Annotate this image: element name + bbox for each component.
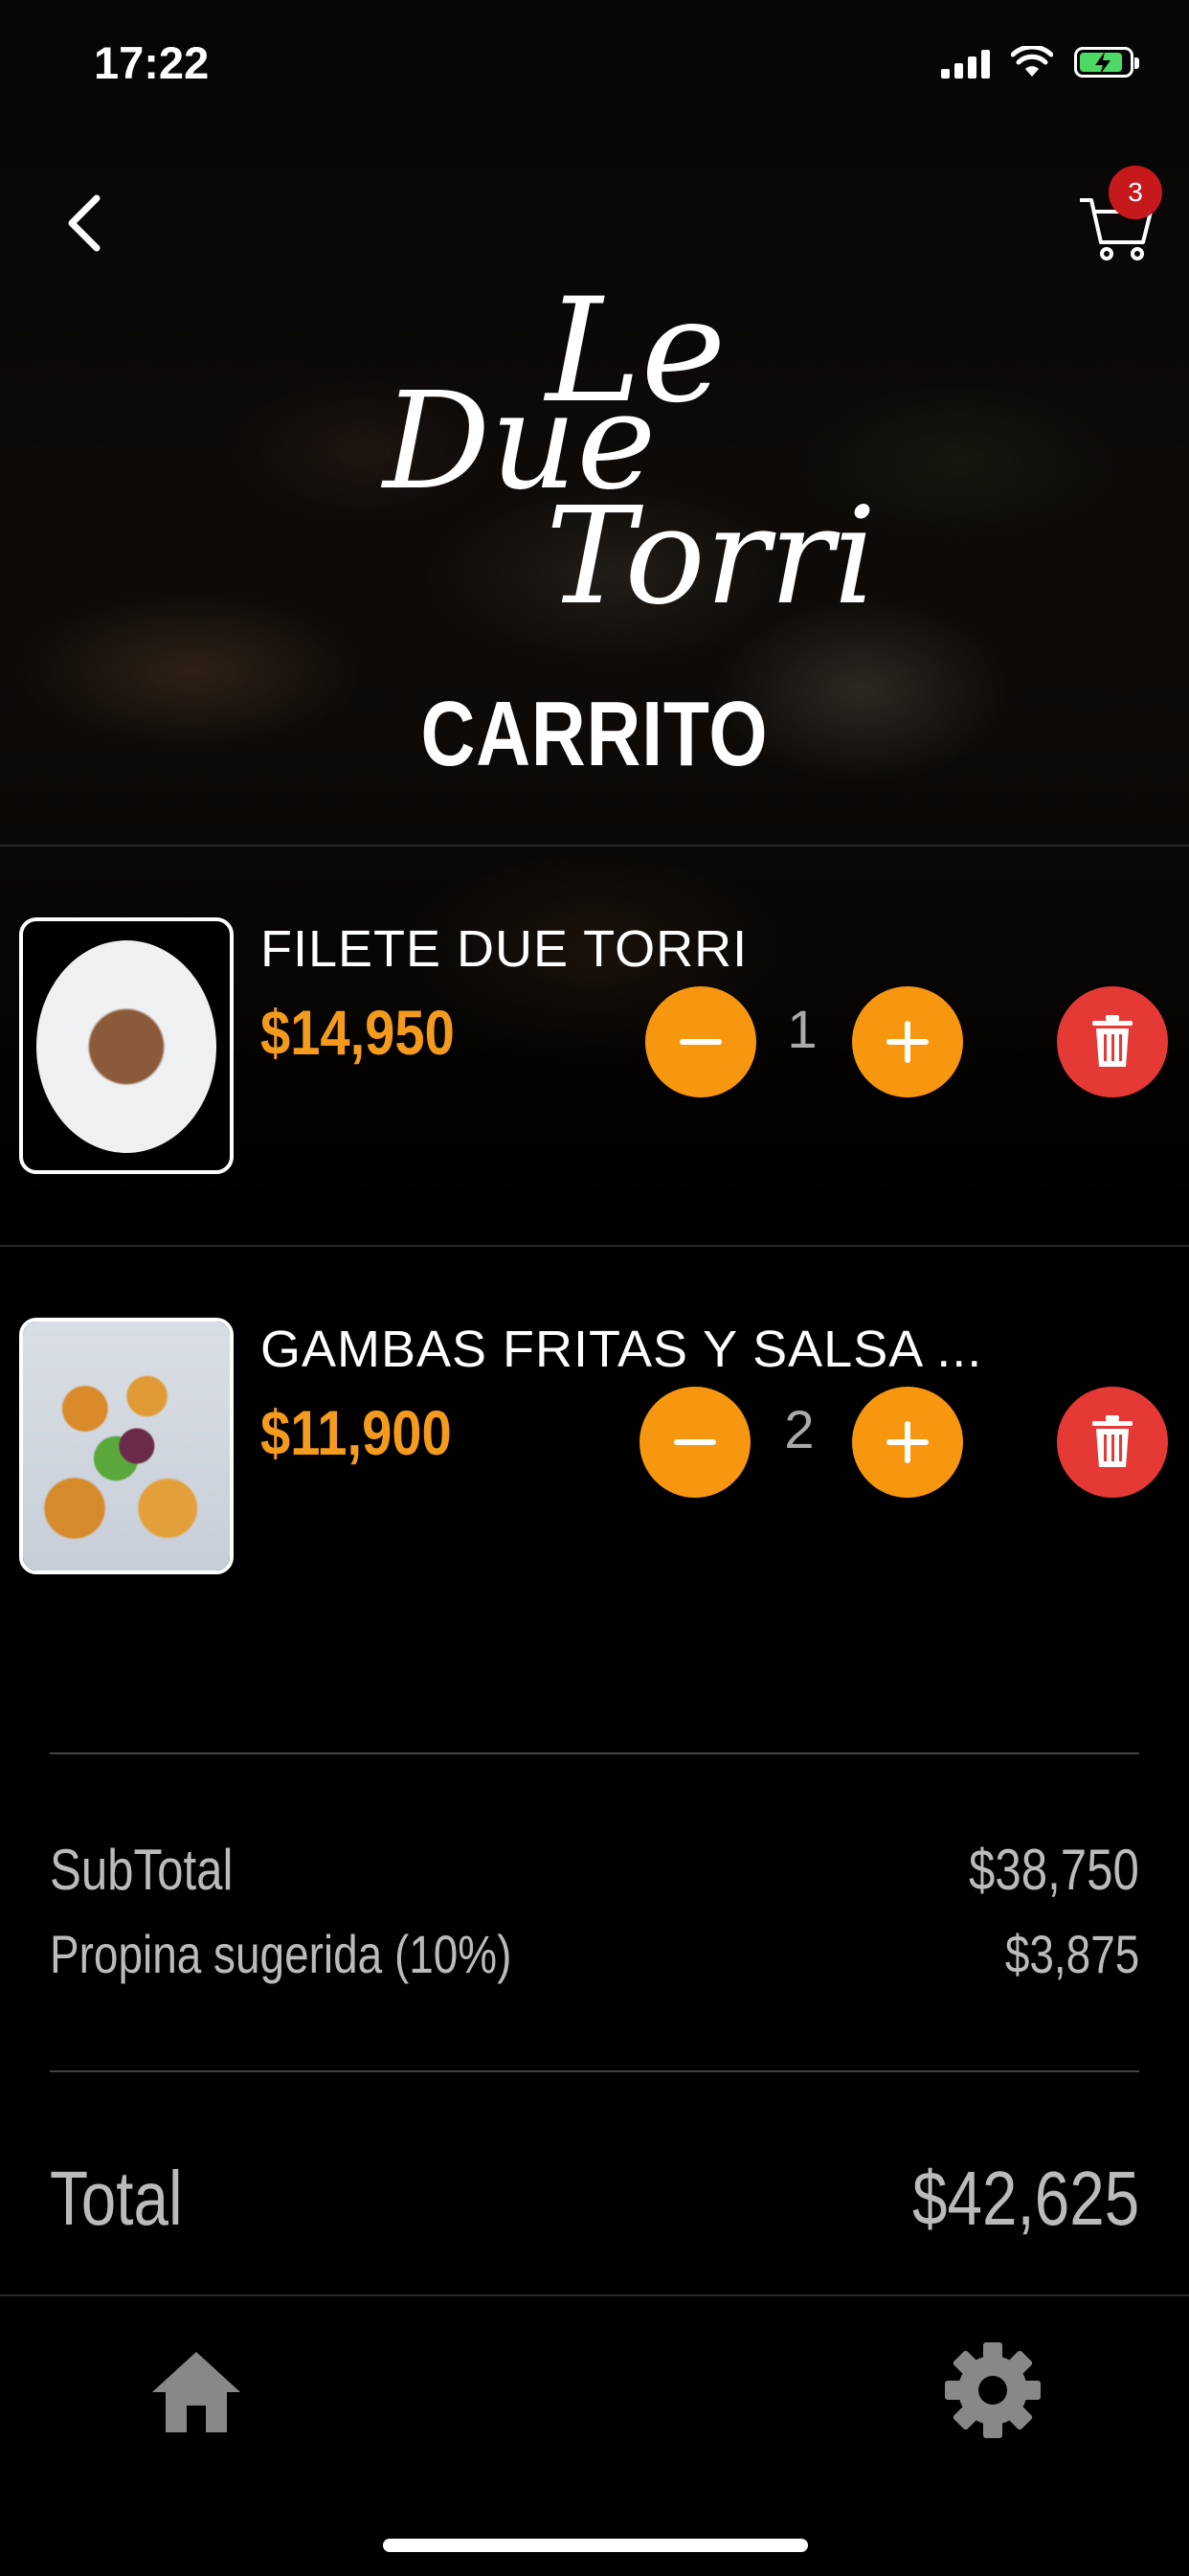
decrease-quantity-button[interactable] [645, 986, 756, 1097]
summary-divider [50, 1752, 1139, 1754]
increase-quantity-button[interactable] [852, 1387, 963, 1498]
plus-icon [886, 1421, 929, 1463]
back-chevron-icon[interactable] [53, 187, 129, 263]
plus-icon [886, 1021, 929, 1063]
item-name: GAMBAS FRITAS Y SALSA ... [260, 1321, 983, 1378]
delete-item-button[interactable] [1057, 1387, 1168, 1498]
item-price: $14,950 [260, 997, 455, 1068]
item-price: $11,900 [260, 1397, 452, 1468]
item-quantity: 1 [787, 999, 818, 1059]
increase-quantity-button[interactable] [852, 986, 963, 1097]
item-name: FILETE DUE TORRI [260, 920, 749, 978]
restaurant-logo: Le Due Torri [373, 268, 876, 651]
total-divider [50, 2070, 1139, 2072]
header-divider [0, 845, 1189, 847]
minus-icon [674, 1439, 716, 1445]
cart-item: GAMBAS FRITAS Y SALSA ... $11,900 2 [0, 1310, 1189, 1597]
item-thumbnail [19, 1318, 234, 1574]
total-row: Total $42,625 [50, 2155, 1139, 2243]
delete-item-button[interactable] [1057, 986, 1168, 1097]
cart-item: FILETE DUE TORRI $14,950 1 [0, 910, 1189, 1197]
status-bar: 17:22 [0, 0, 1189, 134]
status-icons [941, 46, 1139, 79]
subtotal-row: SubTotal $38,750 [50, 1837, 1139, 1903]
tip-label: Propina sugerida (10%) [50, 1924, 512, 1984]
total-label: Total [50, 2156, 183, 2241]
cellular-signal-icon [941, 46, 990, 79]
item-thumbnail [19, 917, 234, 1174]
trash-icon [1092, 1015, 1133, 1067]
total-value: $42,625 [911, 2156, 1139, 2241]
minus-icon [680, 1039, 722, 1045]
home-icon[interactable] [148, 2344, 244, 2440]
cart-count-badge: 3 [1109, 166, 1162, 219]
home-indicator [383, 2539, 808, 2552]
item-quantity: 2 [784, 1399, 815, 1459]
trash-icon [1092, 1415, 1133, 1467]
subtotal-value: $38,750 [969, 1838, 1139, 1902]
status-time: 17:22 [94, 37, 210, 88]
wifi-icon [1011, 46, 1053, 77]
item-separator [0, 1245, 1189, 1247]
tip-value: $3,875 [1004, 1924, 1139, 1984]
tab-bar [0, 2294, 1189, 2576]
gear-icon[interactable] [943, 2340, 1043, 2440]
logo-word-torri: Torri [546, 479, 877, 635]
tip-row: Propina sugerida (10%) $3,875 [50, 1923, 1139, 1985]
page-title: CARRITO [420, 683, 769, 785]
battery-charging-icon [1074, 47, 1139, 78]
decrease-quantity-button[interactable] [639, 1387, 751, 1498]
subtotal-label: SubTotal [50, 1838, 234, 1902]
